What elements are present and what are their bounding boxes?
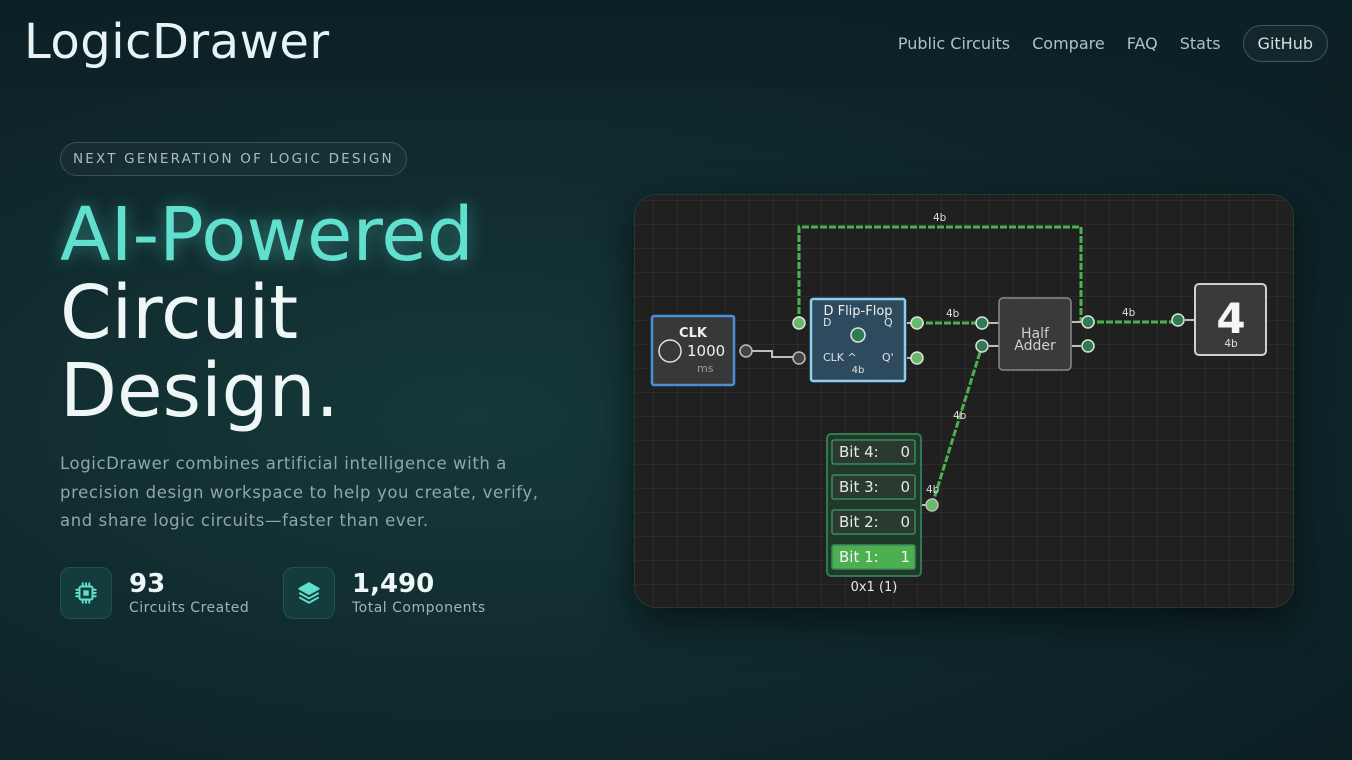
input-to-adder-wire [930, 345, 984, 506]
flipflop-component[interactable]: D Flip-Flop D Q CLK ^ Q' 4b [792, 297, 924, 383]
wire-label-input: 4b [953, 410, 967, 422]
display-digit: 4 [1216, 294, 1245, 343]
clock-value: 1000 [687, 342, 725, 360]
display-width: 4b [1224, 338, 1238, 350]
hero-description: LogicDrawer combines artificial intellig… [60, 454, 539, 530]
clock-title: CLK [679, 326, 708, 341]
input-port-label: 4b [926, 484, 940, 496]
stat-circuits: 93 Circuits Created [60, 567, 249, 619]
hero-title-line3: Design. [60, 348, 340, 434]
display-input-port[interactable] [1171, 313, 1185, 327]
flipflop-d-port[interactable] [792, 316, 806, 330]
bit-2-label: Bit 2: [839, 513, 879, 531]
bit-input-output-port[interactable] [925, 498, 939, 512]
bit-1-toggle[interactable]: Bit 1: 1 [831, 544, 916, 570]
bit-4-label: Bit 4: [839, 443, 879, 461]
flipflop-state-indicator [850, 327, 866, 343]
adder-input-b-port[interactable] [975, 339, 989, 353]
bit-3-label: Bit 3: [839, 478, 879, 496]
adder-label-line2: Adder [1014, 338, 1056, 354]
bit-input-component[interactable]: Bit 4: 0 Bit 3: 0 Bit 2: 0 Bit 1: 1 0x1 … [826, 433, 939, 595]
clock-unit: ms [697, 362, 714, 375]
adder-input-a-port[interactable] [975, 316, 989, 330]
bit-4-value: 0 [900, 443, 910, 461]
nav-compare[interactable]: Compare [1032, 34, 1105, 53]
hero-title-line2: Circuit [60, 270, 299, 356]
stat-components: 1,490 Total Components [283, 567, 486, 619]
input-readout: 0x1 (1) [851, 580, 898, 595]
clock-output-port[interactable] [739, 344, 753, 358]
app-logo[interactable]: LogicDrawer [24, 14, 330, 70]
bit-1-label: Bit 1: [839, 548, 879, 566]
flipflop-pin-q: Q [884, 316, 893, 329]
stat-components-label: Total Components [352, 600, 486, 616]
stat-circuits-label: Circuits Created [129, 600, 250, 616]
hero-title: AI-Powered Circuit Design. [60, 196, 474, 430]
adder-sum-port[interactable] [1081, 315, 1095, 329]
wire-label-feedback: 4b [933, 212, 947, 224]
adder-carry-port[interactable] [1081, 339, 1095, 353]
wire-label-display: 4b [1122, 307, 1136, 319]
flipflop-qbar-port[interactable] [910, 351, 924, 365]
nav-faq[interactable]: FAQ [1127, 34, 1158, 53]
half-adder-component[interactable]: Half Adder [975, 297, 1095, 371]
circuit-preview[interactable]: 4b 4b 4b 4b 4b CLK 1000 ms D Flip-Flop D… [634, 194, 1294, 608]
flipflop-pin-qbar: Q' [882, 351, 894, 364]
main-nav: Public Circuits Compare FAQ Stats GitHub [898, 25, 1328, 62]
nav-stats[interactable]: Stats [1180, 34, 1221, 53]
bit-3-toggle[interactable]: Bit 3: 0 [831, 474, 916, 500]
bit-2-value: 0 [900, 513, 910, 531]
clock-wire [746, 350, 799, 358]
chip-icon [60, 567, 112, 619]
bit-4-toggle[interactable]: Bit 4: 0 [831, 439, 916, 465]
flipflop-title: D Flip-Flop [823, 304, 892, 319]
layers-icon [283, 567, 335, 619]
wire-label-q: 4b [946, 308, 960, 320]
flipflop-pin-d: D [823, 316, 831, 329]
bit-3-value: 0 [900, 478, 910, 496]
nav-public-circuits[interactable]: Public Circuits [898, 34, 1010, 53]
github-button[interactable]: GitHub [1242, 25, 1328, 62]
hero-title-accent: AI-Powered [60, 192, 474, 278]
flipflop-width: 4b [852, 365, 865, 376]
hero-badge: NEXT GENERATION OF LOGIC DESIGN [60, 142, 407, 176]
flipflop-clk-port[interactable] [792, 351, 806, 365]
bit-2-toggle[interactable]: Bit 2: 0 [831, 509, 916, 535]
clock-component[interactable]: CLK 1000 ms [650, 314, 753, 387]
stat-components-value: 1,490 [352, 569, 435, 599]
circuit-diagram: 4b 4b 4b 4b 4b CLK 1000 ms D Flip-Flop D… [650, 212, 1267, 595]
flipflop-pin-clk: CLK ^ [823, 351, 857, 364]
top-header: LogicDrawer Public Circuits Compare FAQ … [0, 0, 1352, 88]
flipflop-q-port[interactable] [910, 316, 924, 330]
bit-1-value: 1 [900, 548, 910, 566]
stat-circuits-value: 93 [129, 569, 166, 599]
